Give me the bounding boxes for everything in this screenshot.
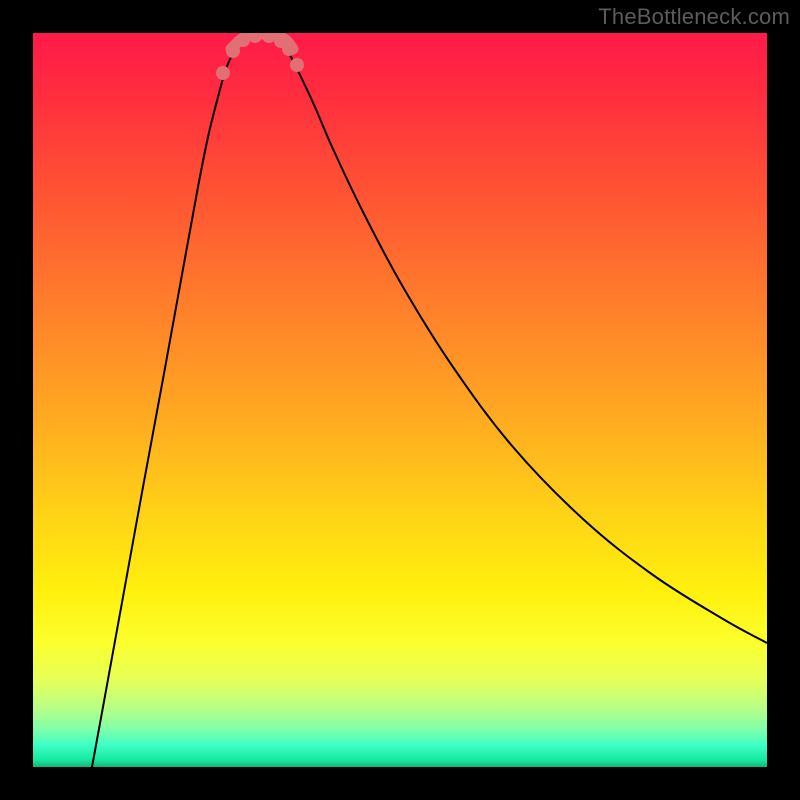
right-curve	[277, 36, 767, 643]
left-curve	[92, 36, 249, 767]
plot-area	[33, 33, 767, 767]
valley-marker	[282, 42, 296, 56]
valley-marker	[216, 66, 230, 80]
watermark-text: TheBottleneck.com	[598, 4, 790, 30]
valley-marker	[248, 33, 262, 43]
valley-marker	[262, 33, 276, 43]
curve-overlay	[33, 33, 767, 767]
chart-frame: TheBottleneck.com	[0, 0, 800, 800]
valley-marker	[236, 33, 250, 47]
valley-marker	[290, 58, 304, 72]
valley-marker	[226, 44, 240, 58]
